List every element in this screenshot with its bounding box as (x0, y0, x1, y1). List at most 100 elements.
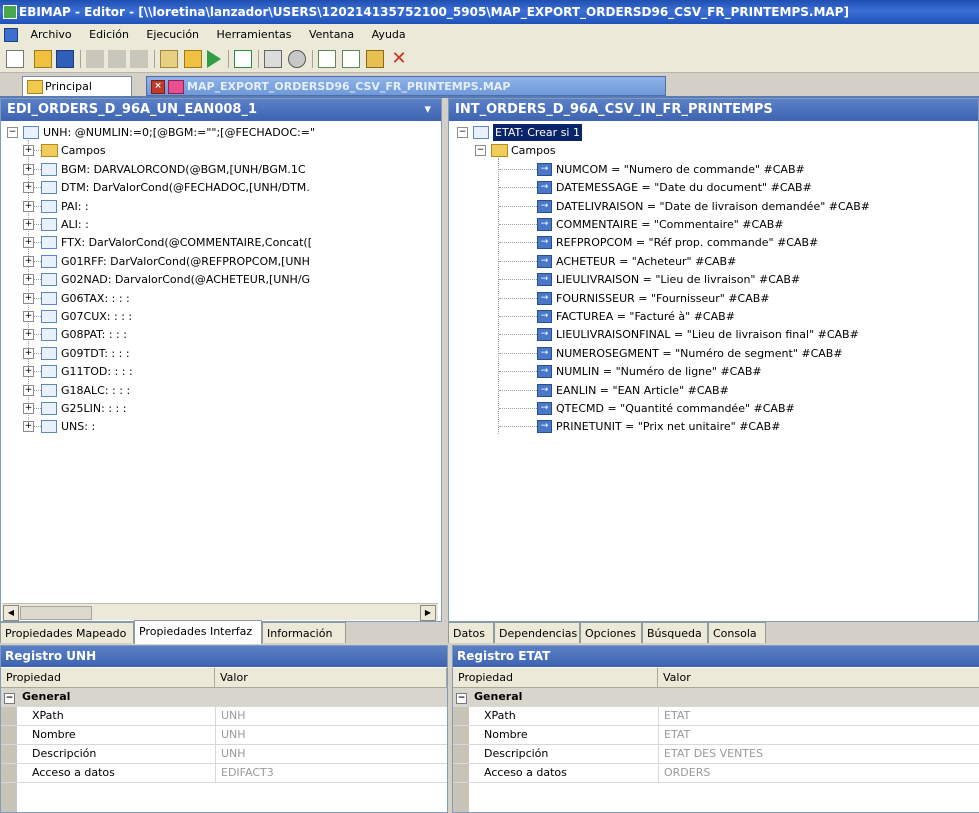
menu-archivo[interactable]: Archivo (24, 24, 79, 46)
grid-section-general[interactable]: − General (1, 688, 447, 707)
tree-field[interactable]: → FACTUREA = "Facturé à" #CAB# (449, 308, 978, 325)
property-value[interactable]: UNH (215, 726, 447, 744)
scroll-left-icon[interactable]: ◀ (3, 605, 19, 621)
close-tab-icon[interactable]: × (151, 80, 165, 94)
property-value[interactable]: ETAT DES VENTES (658, 745, 979, 763)
tree-field[interactable]: → DATELIVRAISON = "Date de livraison dema… (449, 198, 978, 215)
column-header-value[interactable]: Valor (658, 668, 979, 688)
tree-node[interactable]: + FTX: DarValorCond(@COMMENTAIRE,Concat([ (1, 234, 441, 251)
expand-icon[interactable]: + (23, 200, 34, 212)
tree-field[interactable]: → NUMLIN = "Numéro de ligne" #CAB# (449, 363, 978, 380)
validate-icon[interactable] (184, 50, 202, 68)
tree-node[interactable]: + G25LIN: : : : (1, 400, 441, 417)
tree-root-node[interactable]: − UNH: @NUMLIN:=0;[@BGM:="";[@FECHADOC:=" (1, 124, 441, 141)
expand-icon[interactable]: + (23, 237, 34, 249)
insert-node-icon[interactable] (366, 50, 384, 68)
tree-node[interactable]: + UNS: : (1, 418, 441, 435)
tree-node[interactable]: + Campos (1, 142, 441, 159)
grid-section-general[interactable]: − General (453, 688, 979, 707)
horizontal-scrollbar[interactable]: ◀ ▶ (2, 603, 438, 621)
tab-dependencias[interactable]: Dependencias (494, 622, 580, 643)
collapse-icon[interactable]: − (456, 693, 467, 704)
expand-icon[interactable]: + (23, 311, 34, 322)
tree-root-node[interactable]: − ETAT: Crear si 1 (449, 124, 978, 141)
tab-consola[interactable]: Consola (708, 622, 766, 643)
menu-ayuda[interactable]: Ayuda (365, 24, 413, 46)
expand-icon[interactable]: + (23, 292, 34, 304)
tree-field[interactable]: → EANLIN = "EAN Article" #CAB# (449, 382, 978, 399)
collapse-icon[interactable]: − (7, 127, 18, 138)
tree-field[interactable]: → LIEULIVRAISON = "Lieu de livraison" #CA… (449, 271, 978, 288)
collapse-icon[interactable]: − (4, 693, 15, 704)
scroll-thumb[interactable] (20, 606, 92, 620)
tab-propiedades-mapeado[interactable]: Propiedades Mapeado (0, 622, 134, 643)
source-tree-header[interactable]: EDI_ORDERS_D_96A_UN_EAN008_1 ▾ (1, 99, 441, 121)
expand-icon[interactable]: + (23, 274, 34, 286)
expand-icon[interactable]: + (23, 384, 34, 396)
tree-node[interactable]: + G06TAX: : : : (1, 290, 441, 307)
column-header-property[interactable]: Propiedad (453, 668, 658, 688)
tab-informacion[interactable]: Información (262, 622, 346, 643)
menu-ventana[interactable]: Ventana (302, 24, 361, 46)
expand-icon[interactable]: + (23, 403, 34, 414)
cut-icon[interactable] (86, 50, 104, 68)
tree-field[interactable]: → QTECMD = "Quantité commandée" #CAB# (449, 400, 978, 417)
tree-node[interactable]: + G07CUX: : : : (1, 308, 441, 325)
tab-map-file[interactable]: × MAP_EXPORT_ORDERSD96_CSV_FR_PRINTEMPS.… (146, 76, 666, 96)
tree-node[interactable]: + BGM: DARVALORCOND(@BGM,[UNH/BGM.1C (1, 161, 441, 178)
tree-field[interactable]: → LIEULIVRAISONFINAL = "Lieu de livraison… (449, 326, 978, 343)
copy-icon[interactable] (108, 50, 126, 68)
run-icon[interactable] (207, 50, 221, 68)
tree-node[interactable]: + PAI: : (1, 198, 441, 215)
grid-row[interactable]: Nombre ETAT (453, 726, 979, 745)
find-icon[interactable] (288, 50, 306, 68)
copy-node-icon[interactable] (318, 50, 336, 68)
expand-icon[interactable]: + (23, 145, 34, 157)
tree-node[interactable]: + G18ALC: : : : (1, 382, 441, 399)
grid-row[interactable]: Acceso a datos ORDERS (453, 764, 979, 783)
new-file-icon[interactable] (6, 50, 24, 68)
property-value[interactable]: EDIFACT3 (215, 764, 447, 782)
menu-ejecucion[interactable]: Ejecución (139, 24, 206, 46)
tree-folder-campos[interactable]: − Campos (449, 142, 978, 159)
tree-node[interactable]: + G09TDT: : : : (1, 345, 441, 362)
expand-icon[interactable]: + (23, 347, 34, 359)
expand-icon[interactable]: + (23, 163, 34, 175)
tree-node[interactable]: + G11TOD: : : : (1, 363, 441, 380)
tree-node[interactable]: + G01RFF: DarValorCond(@REFPROPCOM,[UNH (1, 253, 441, 270)
properties-icon[interactable] (160, 50, 178, 68)
menu-herramientas[interactable]: Herramientas (210, 24, 299, 46)
tree-node[interactable]: + DTM: DarValorCond(@FECHADOC,[UNH/DTM. (1, 179, 441, 196)
tab-principal[interactable]: Principal (22, 76, 132, 96)
tree-field[interactable]: → FOURNISSEUR = "Fournisseur" #CAB# (449, 290, 978, 307)
tree-node[interactable]: + G08PAT: : : : (1, 326, 441, 343)
column-header-property[interactable]: Propiedad (1, 668, 215, 688)
grid-row[interactable]: Nombre UNH (1, 726, 447, 745)
expand-icon[interactable]: + (23, 219, 34, 230)
expand-icon[interactable]: + (23, 255, 34, 267)
property-value[interactable]: UNH (215, 745, 447, 763)
paste-icon[interactable] (130, 50, 148, 68)
grid-row[interactable]: Acceso a datos EDIFACT3 (1, 764, 447, 783)
expand-icon[interactable]: + (23, 329, 34, 341)
tree-node[interactable]: + ALI: : (1, 216, 441, 233)
scroll-right-icon[interactable]: ▶ (420, 605, 436, 621)
tab-propiedades-interfaz[interactable]: Propiedades Interfaz (134, 620, 262, 644)
save-icon[interactable] (56, 50, 74, 68)
tree-field[interactable]: → REFPROPCOM = "Réf prop. commande" #CAB# (449, 234, 978, 251)
tab-datos[interactable]: Datos (448, 622, 494, 643)
print-icon[interactable] (264, 50, 282, 68)
collapse-icon[interactable]: − (475, 145, 486, 157)
check-icon[interactable] (234, 50, 252, 68)
grid-row[interactable]: Descripción ETAT DES VENTES (453, 745, 979, 764)
expand-icon[interactable]: + (23, 366, 34, 378)
property-value[interactable]: ETAT (658, 707, 979, 725)
grid-row[interactable]: XPath ETAT (453, 707, 979, 726)
tree-field[interactable]: → NUMCOM = "Numero de commande" #CAB# (449, 161, 978, 178)
tree-field[interactable]: → DATEMESSAGE = "Date du document" #CAB# (449, 179, 978, 196)
property-value[interactable]: UNH (215, 707, 447, 725)
tree-field[interactable]: → NUMEROSEGMENT = "Numéro de segment" #CA… (449, 345, 978, 362)
expand-icon[interactable]: + (23, 421, 34, 433)
delete-icon[interactable]: ✕ (390, 50, 408, 68)
column-header-value[interactable]: Valor (215, 668, 447, 688)
